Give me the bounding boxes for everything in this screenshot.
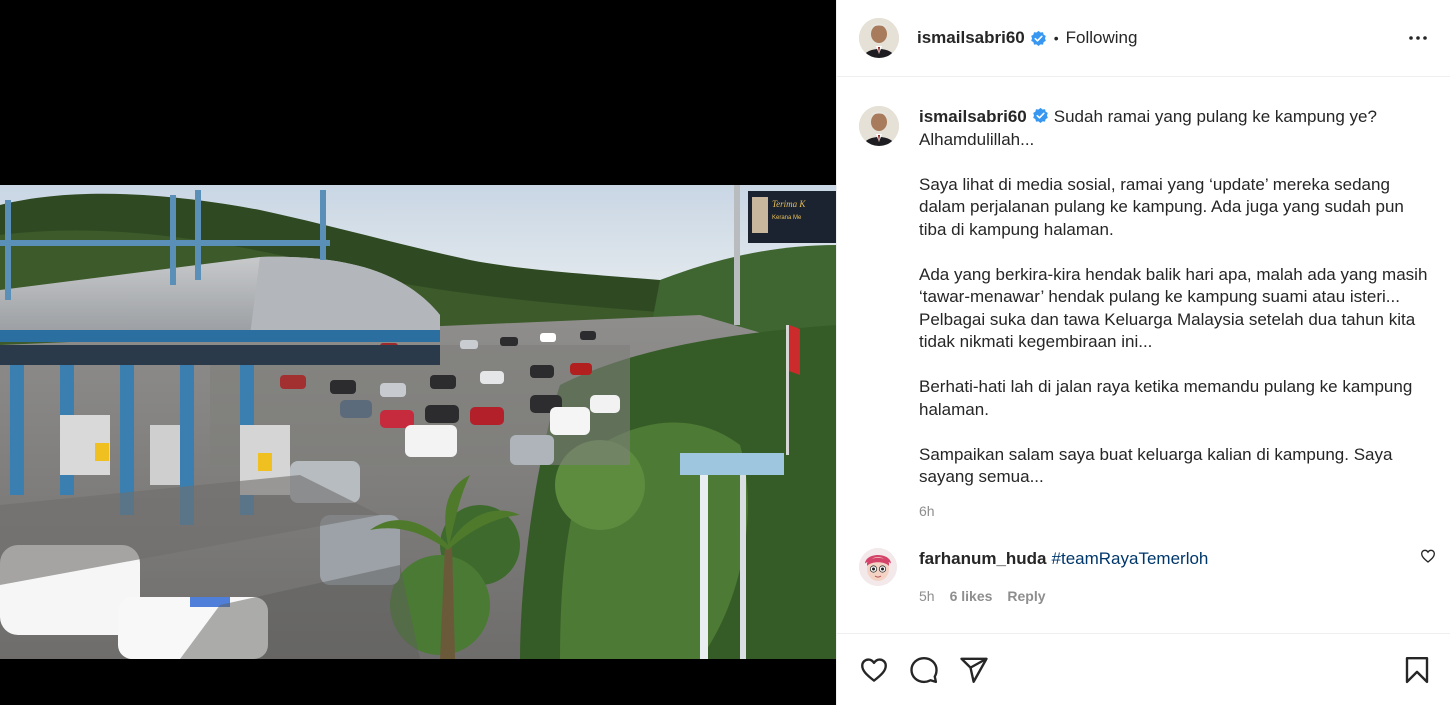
heart-icon [861,657,887,682]
toll-plaza-photo: Terima K Kerana Me [0,185,836,659]
comment-line: farhanum_huda #teamRayaTemerloh [919,548,1436,570]
post-caption: ismailsabri60 Sudah ramai yang pulang ke … [837,78,1450,519]
comments-list[interactable]: ismailsabri60 Sudah ramai yang pulang ke … [837,78,1450,633]
caption-body: ismailsabri60 Sudah ramai yang pulang ke … [919,106,1430,519]
header-separator: • [1053,30,1059,46]
instagram-post-view: Terima K Kerana Me ismailsabri60 • Follo… [0,0,1450,705]
post-sidebar: ismailsabri60 • Following ismailsabri60 … [836,0,1450,705]
post-photo[interactable]: Terima K Kerana Me [0,185,836,659]
caption-text-block: ismailsabri60 Sudah ramai yang pulang ke … [919,106,1430,489]
comment-meta: 5h 6 likes Reply [919,588,1436,604]
commenter-avatar[interactable] [859,547,897,586]
paper-plane-icon [960,657,988,683]
author-avatar-image [859,18,899,58]
post-actions-bar [837,633,1450,705]
comment-reply-button[interactable]: Reply [1007,588,1045,604]
caption-username[interactable]: ismailsabri60 [919,107,1027,126]
caption-avatar-image [859,106,899,146]
verified-badge-icon [1030,30,1046,46]
author-username[interactable]: ismailsabri60 [917,28,1025,48]
comment-like-heart-icon[interactable] [1420,548,1436,564]
caption-author-avatar[interactable] [859,106,899,146]
billboard-line2: Kerana Me [772,215,802,221]
comment-body: farhanum_huda #teamRayaTemerloh 5h 6 lik… [919,548,1436,604]
author-avatar[interactable] [859,18,899,58]
commenter-avatar-image [859,547,897,586]
commenter-username[interactable]: farhanum_huda [919,548,1047,570]
following-button[interactable]: Following [1066,28,1138,48]
save-button[interactable] [1402,655,1432,685]
post-header: ismailsabri60 • Following [837,0,1450,77]
comment-likes-count[interactable]: 6 likes [950,588,993,604]
share-button[interactable] [959,655,989,685]
like-button[interactable] [859,655,889,685]
comment-item: farhanum_huda #teamRayaTemerloh 5h 6 lik… [837,519,1450,604]
comment-button[interactable] [909,655,939,685]
billboard-line1: Terima K [772,199,806,209]
verified-badge-icon [1032,107,1048,123]
caption-text: Sudah ramai yang pulang ke kampung ye? A… [919,107,1428,486]
more-options-icon[interactable] [1406,26,1430,50]
bookmark-icon [1405,656,1429,683]
comment-timestamp[interactable]: 5h [919,588,935,604]
post-media: Terima K Kerana Me [0,0,836,705]
caption-timestamp[interactable]: 6h [919,503,1430,519]
comment-hashtag-link[interactable]: #teamRayaTemerloh [1052,548,1209,570]
comment-bubble-icon [910,656,938,683]
